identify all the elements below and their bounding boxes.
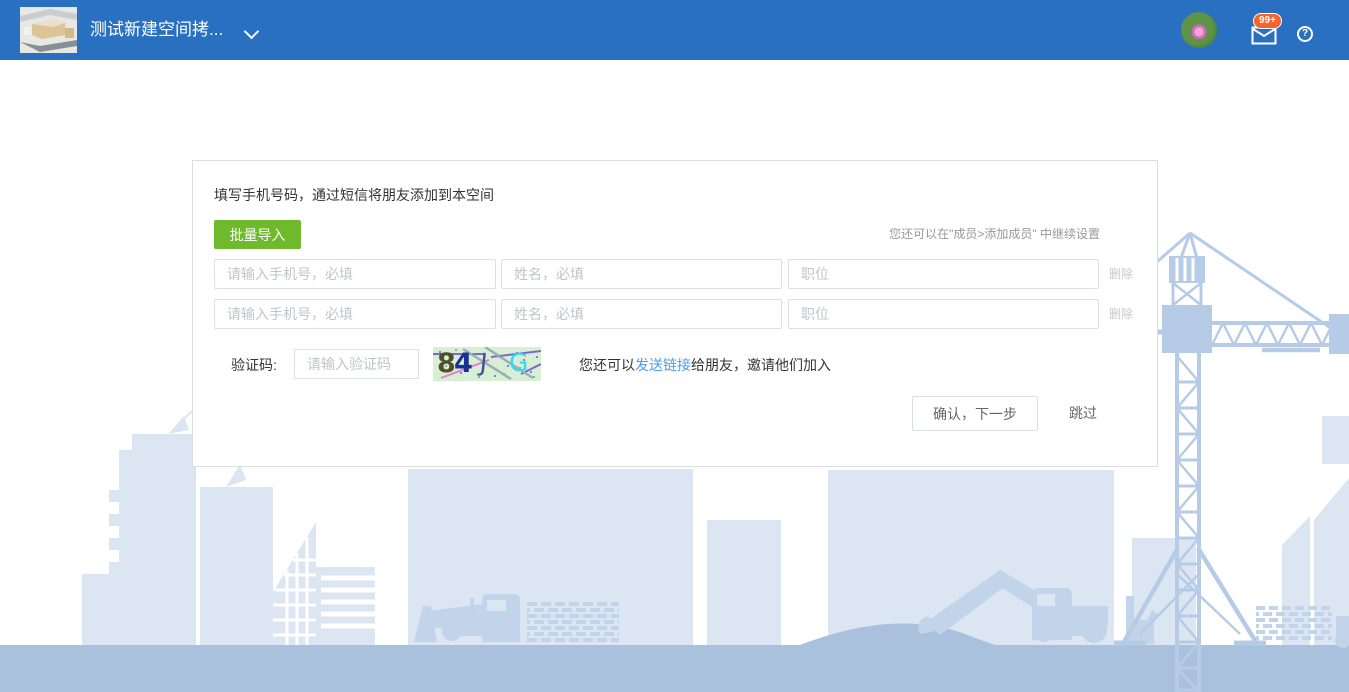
delete-row-link[interactable]: 删除 [1109,259,1133,289]
satellite-dish-icon [226,464,246,487]
captcha-input[interactable] [294,349,419,379]
notification-badge: 99+ [1253,13,1282,29]
member-row: 删除 [193,299,1159,329]
phone-input[interactable] [214,299,496,329]
captcha-char: 8 [437,348,456,379]
card-title: 填写手机号码，通过短信将朋友添加到本空间 [214,185,494,205]
page: 测试新建空间拷... 99+ ? 填写手机号码，通过短信将朋友添加到本空间 批量… [0,0,1349,692]
captcha-row: 验证码: [193,347,1159,381]
captcha-image[interactable]: 8 4 J G [433,347,541,381]
position-input[interactable] [788,259,1099,289]
skip-link[interactable]: 跳过 [1069,396,1097,431]
batch-import-button[interactable]: 批量导入 [214,220,301,249]
confirm-next-button[interactable]: 确认，下一步 [912,396,1038,431]
user-avatar[interactable] [1181,12,1217,48]
building-model-photo [20,7,77,53]
invite-prefix: 您还可以 [579,357,635,373]
satellite-dish-icon [168,416,189,434]
member-row: 删除 [193,259,1159,289]
name-input[interactable] [501,259,782,289]
notifications-button[interactable]: 99+ [1248,13,1294,47]
space-logo [20,7,77,53]
captcha-char: G [509,348,528,377]
invite-text: 您还可以发送链接给朋友，邀请他们加入 [579,355,831,375]
continue-setup-hint: 您还可以在"成员>添加成员" 中继续设置 [889,225,1100,242]
name-input[interactable] [501,299,782,329]
captcha-label: 验证码: [231,355,277,375]
send-link[interactable]: 发送链接 [635,357,691,373]
space-title[interactable]: 测试新建空间拷... [90,0,223,60]
help-icon[interactable]: ? [1297,26,1313,42]
chevron-down-icon[interactable] [244,24,260,40]
delete-row-link[interactable]: 删除 [1109,299,1133,329]
phone-input[interactable] [214,259,496,289]
corner-vehicle [1335,616,1349,648]
invite-members-card: 填写手机号码，通过短信将朋友添加到本空间 批量导入 您还可以在"成员>添加成员"… [192,160,1158,467]
captcha-char: 4 [454,348,473,379]
invite-suffix: 给朋友，邀请他们加入 [691,357,831,373]
topbar: 测试新建空间拷... 99+ ? [0,0,1349,60]
position-input[interactable] [788,299,1099,329]
